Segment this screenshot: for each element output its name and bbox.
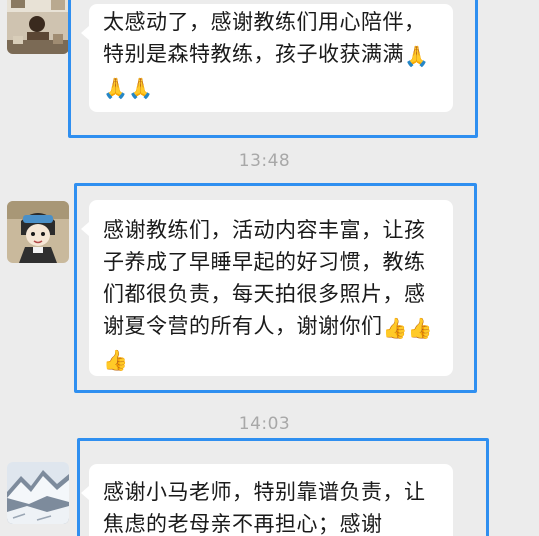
timestamp: 13:48	[238, 151, 291, 171]
cafe-scene-avatar	[7, 0, 69, 54]
avatar[interactable]	[7, 0, 69, 54]
folded-hands-icon: 🙏	[128, 76, 154, 100]
message-bubble[interactable]: 感谢小马老师，特别靠谱负责，让焦虑的老母亲不再担心；感谢	[81, 464, 453, 536]
message-text: 太感动了，感谢教练们用心陪伴，特别是森特教练，孩子收获满满	[103, 10, 426, 66]
avatar[interactable]	[7, 462, 69, 524]
bubble-tail	[81, 486, 89, 500]
message-text: 感谢教练们，活动内容丰富，让孩子养成了早睡早起的好习惯，教练们都很负责，每天拍很…	[103, 218, 426, 338]
snowy-mountain-avatar	[7, 462, 69, 524]
bubble-tail	[81, 26, 89, 40]
message-bubble[interactable]: 太感动了，感谢教练们用心陪伴，特别是森特教练，孩子收获满满🙏🙏🙏	[81, 4, 453, 112]
avatar[interactable]	[7, 201, 69, 263]
thumbs-up-icon: 👍	[382, 316, 408, 340]
timestamp: 14:03	[238, 414, 291, 434]
chat-conversation: 太感动了，感谢教练们用心陪伴，特别是森特教练，孩子收获满满🙏🙏🙏 13:48 感…	[0, 0, 539, 536]
thumbs-up-icon: 👍	[103, 348, 129, 372]
message-text: 感谢小马老师，特别靠谱负责，让焦虑的老母亲不再担心；感谢	[103, 480, 426, 536]
folded-hands-icon: 🙏	[103, 76, 129, 100]
bubble-tail	[81, 222, 89, 236]
message-bubble[interactable]: 感谢教练们，活动内容丰富，让孩子养成了早睡早起的好习惯，教练们都很负责，每天拍很…	[81, 200, 453, 376]
folded-hands-icon: 🙏	[404, 44, 430, 68]
cartoon-girl-avatar	[7, 201, 69, 263]
thumbs-up-icon: 👍	[407, 316, 434, 340]
